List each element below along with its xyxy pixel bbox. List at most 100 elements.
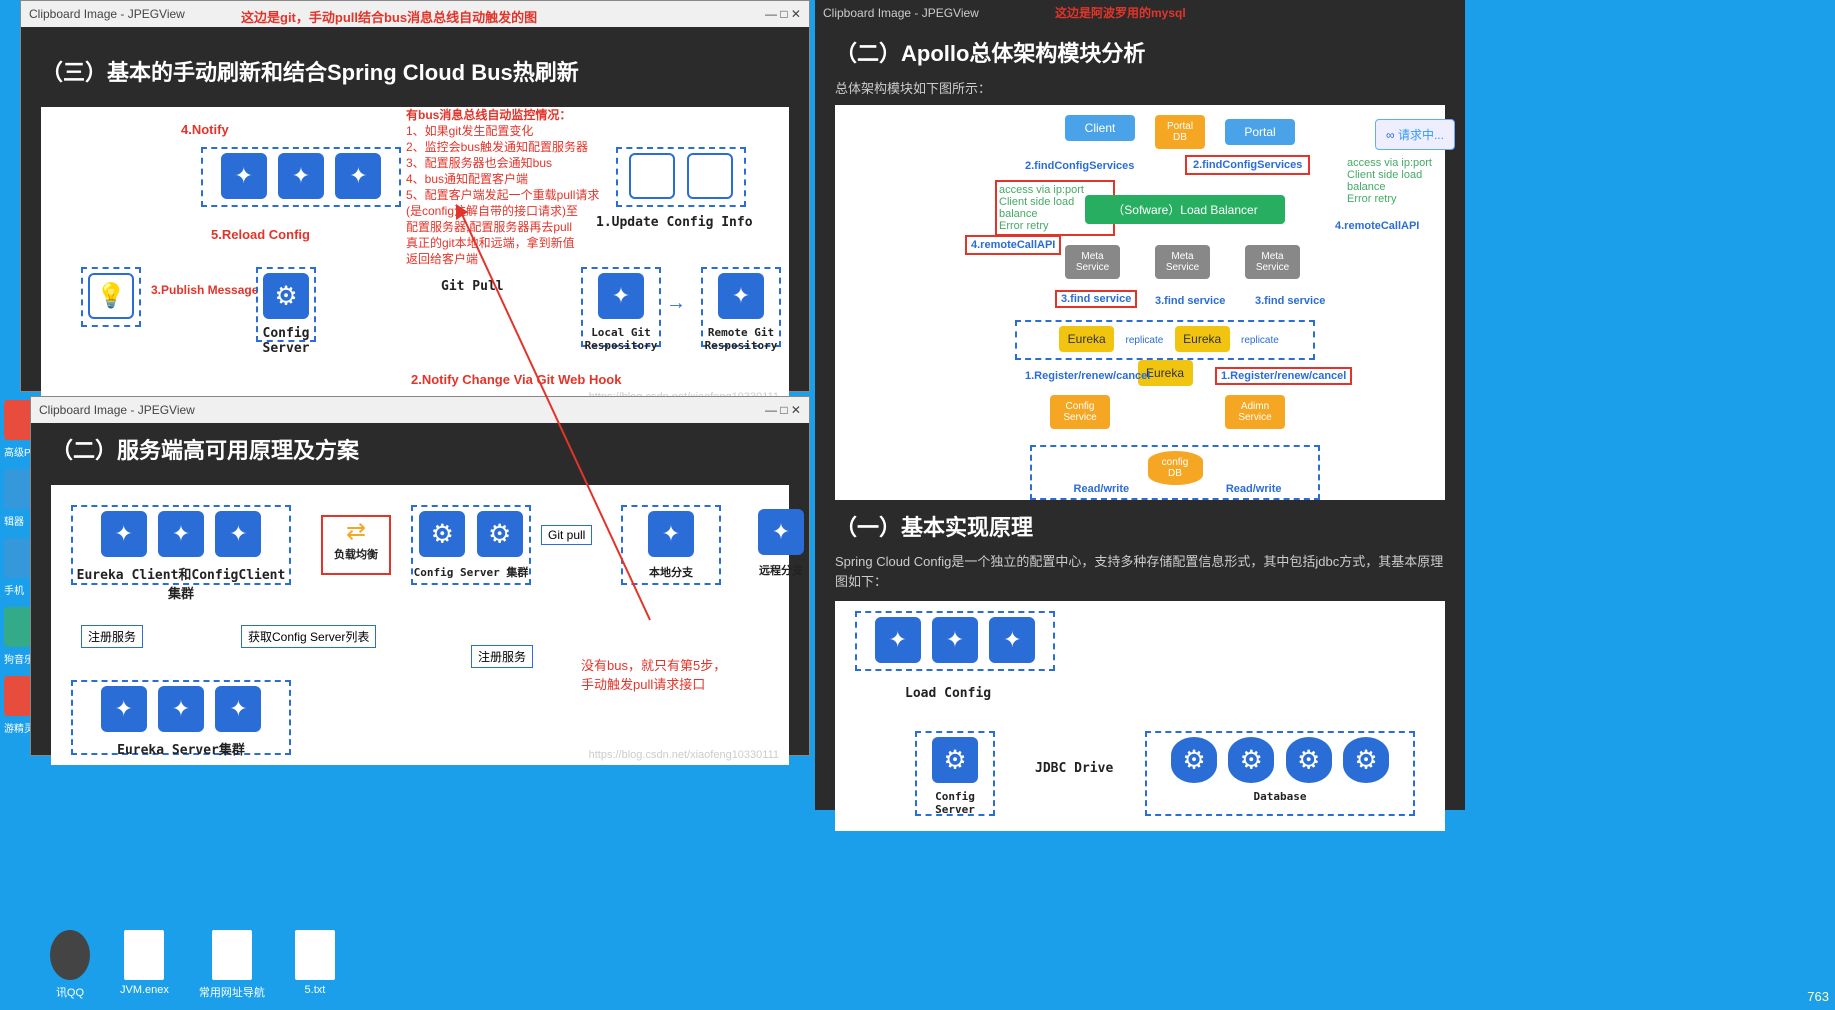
node-icon (215, 686, 261, 732)
window-controls[interactable]: — □ ✕ (765, 397, 801, 423)
gear-icon (419, 511, 465, 557)
doc-icon (629, 153, 675, 199)
apollo-portaldb: Portal DB (1155, 115, 1205, 149)
label: Load Config (905, 686, 991, 701)
apollo-client: Client (1065, 115, 1135, 141)
annotation-red: 这边是git，手动pull结合bus消息总线自动触发的图 (241, 7, 537, 26)
label: 1.Register/renew/cancel (1215, 367, 1352, 385)
db-icon (1171, 737, 1217, 783)
client-row (855, 611, 1055, 671)
eureka-client-cluster: Eureka Client和ConfigClient集群 (71, 505, 291, 585)
update-source (616, 147, 746, 207)
label: 2.findConfigServices (1185, 155, 1310, 175)
db-icon (1286, 737, 1332, 783)
remote-git-box: Remote Git Respository (701, 267, 781, 347)
section-heading: （二）Apollo总体架构模块分析 (815, 26, 1465, 78)
window-jpegview-2: Clipboard Image - JPEGView — □ ✕ （二）服务端高… (30, 396, 810, 756)
corner-number: 763 (1807, 989, 1829, 1004)
label-gitpull: Git Pull (441, 279, 504, 294)
section-heading: （二）服务端高可用原理及方案 (31, 423, 809, 475)
node-icon (932, 617, 978, 663)
arrow-icon: → (666, 292, 686, 315)
apollo-meta: Meta Service (1155, 245, 1210, 279)
gear-icon (263, 273, 309, 319)
db-icon (1228, 737, 1274, 783)
label-update: 1.Update Config Info (596, 215, 753, 230)
db-row: Read/write config DB Read/write (1030, 445, 1320, 500)
eureka-row: Eureka replicate Eureka replicate Eureka (1015, 320, 1315, 360)
db-icon (1343, 737, 1389, 783)
node-icon (335, 153, 381, 199)
node-icon (215, 511, 261, 557)
bus-steps: 有bus消息总线自动监控情况： 1、如果git发生配置变化 2、监控会bus触发… (406, 107, 599, 267)
eureka-box: Eureka (1059, 326, 1114, 352)
file-icon[interactable]: 讯QQ (50, 930, 90, 1000)
node-icon (875, 617, 921, 663)
node-icon (101, 686, 147, 732)
config-service: Config Service (1050, 395, 1110, 429)
window-titlebar[interactable]: Clipboard Image - JPEGView — □ ✕ (31, 397, 809, 423)
admin-service: Adimn Service (1225, 395, 1285, 429)
label-gitpull: Git pull (541, 525, 592, 545)
node-icon (101, 511, 147, 557)
apollo-diagram: Client Portal DB Portal ∞ 请求中... 2.findC… (835, 105, 1445, 515)
database-box: Database (1145, 731, 1415, 816)
window-title: Clipboard Image - JPEGView (823, 0, 979, 26)
gear-icon (477, 511, 523, 557)
file-icon[interactable]: JVM.enex (120, 930, 169, 1000)
local-git-box: Local Git Respository (581, 267, 661, 347)
eureka-server-cluster: Eureka Server集群 (71, 680, 291, 755)
client-cluster (201, 147, 401, 207)
label: 4.remoteCallAPI (1335, 220, 1419, 232)
node-icon (758, 509, 804, 555)
file-icon[interactable]: 常用网址导航 (199, 930, 265, 1000)
remote-branch-box: 远程分支 (751, 505, 811, 585)
watermark: https://blog.csdn.net/xiaofeng10330111 (589, 749, 779, 761)
basic-principle-panel: （一）基本实现原理 Spring Cloud Config是一个独立的配置中心，… (815, 500, 1465, 810)
node-icon (648, 511, 694, 557)
message-source (81, 267, 141, 327)
config-server-cluster: Config Server 集群 (411, 505, 531, 585)
desktop-file-icons: 讯QQ JVM.enex 常用网址导航 5.txt (50, 930, 335, 1000)
label: 4.remoteCallAPI (965, 235, 1061, 255)
label-reload: 5.Reload Config (211, 227, 310, 242)
apollo-portal: Portal (1225, 119, 1295, 145)
node-icon (718, 273, 764, 319)
label: 3.find service (1255, 295, 1325, 307)
no-bus-note: 没有bus，就只有第5步， 手动触发pull请求接口 (581, 655, 726, 693)
subtitle: 总体架构模块如下图所示： (815, 78, 1465, 97)
diagram-ha: Eureka Client和ConfigClient集群 ⇄ 负载均衡 Conf… (51, 485, 789, 765)
file-icon[interactable]: 5.txt (295, 930, 335, 1000)
label-register: 注册服务 (471, 645, 533, 668)
label-register: 注册服务 (81, 625, 143, 648)
section-heading: （三）基本的手动刷新和结合Spring Cloud Bus热刷新 (21, 27, 809, 97)
node-icon (598, 273, 644, 319)
label-notify: 4.Notify (181, 122, 229, 137)
window-jpegview-1: Clipboard Image - JPEGView — □ ✕ 这边是git，… (20, 0, 810, 392)
load-balance-box: ⇄ 负载均衡 (321, 515, 391, 575)
section-heading: （一）基本实现原理 (815, 500, 1465, 552)
config-server-box: Config Server (256, 267, 316, 342)
config-db: config DB (1148, 451, 1203, 485)
label: 3.find service (1055, 290, 1137, 308)
apollo-meta: Meta Service (1065, 245, 1120, 279)
label: 2.findConfigServices (1025, 160, 1134, 172)
label: 1.Register/renew/cancel (1025, 370, 1150, 382)
node-icon (278, 153, 324, 199)
local-branch-box: 本地分支 (621, 505, 721, 585)
node-icon (158, 686, 204, 732)
apollo-meta: Meta Service (1245, 245, 1300, 279)
window-controls[interactable]: — □ ✕ (765, 1, 801, 27)
note: access via ip:port Client side load bala… (1345, 155, 1465, 207)
loading-badge: ∞ 请求中... (1375, 119, 1455, 150)
node-icon (221, 153, 267, 199)
label: JDBC Drive (1035, 761, 1113, 776)
annotation-red: 这边是阿波罗用的mysql (1055, 4, 1186, 21)
label-getlist: 获取Config Server列表 (241, 625, 376, 648)
gear-icon (932, 737, 978, 783)
doc-icon (687, 153, 733, 199)
apollo-panel: Clipboard Image - JPEGView 这边是阿波罗用的mysql… (815, 0, 1465, 510)
bulb-icon (88, 273, 134, 319)
eureka-box: Eureka (1175, 326, 1230, 352)
node-icon (158, 511, 204, 557)
